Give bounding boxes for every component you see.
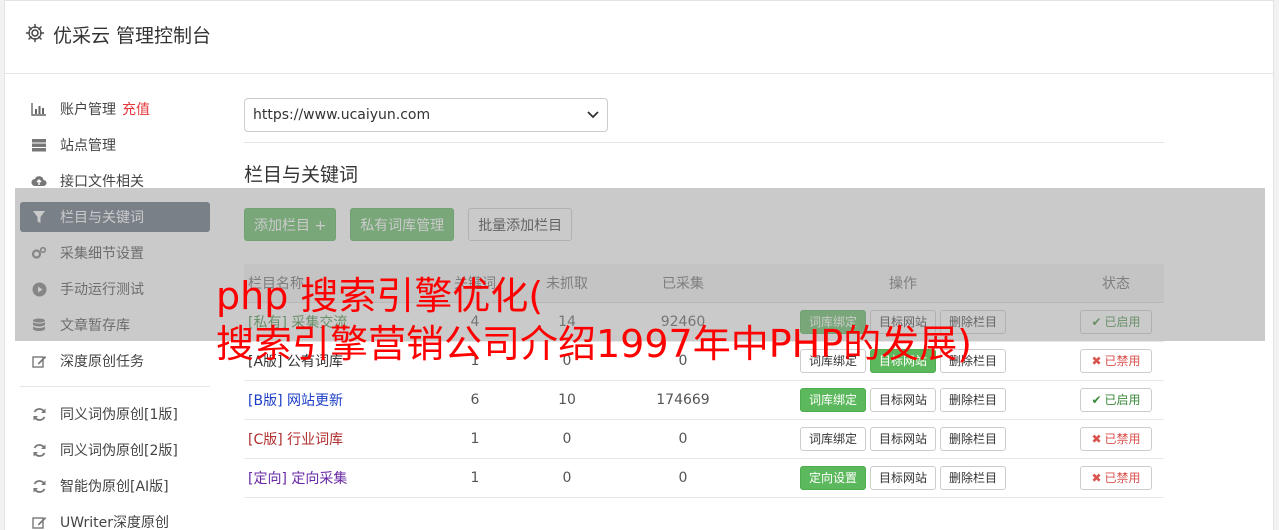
pending-count[interactable]: 0 (506, 419, 628, 459)
status-toggle[interactable]: ✖ 已禁用 (1080, 426, 1152, 451)
refresh-icon (31, 478, 47, 494)
column-tag: [B版] (248, 392, 283, 409)
edit-icon (31, 353, 47, 369)
check-icon: ✔ (1091, 392, 1102, 407)
status-label: 已禁用 (1104, 471, 1141, 485)
header: 优采云 管理控制台 (5, 1, 1273, 74)
divider (244, 142, 1164, 143)
close-icon: ✖ (1091, 470, 1102, 485)
edit-icon (31, 514, 47, 530)
sidebar-item-label: 深度原创任务 (60, 354, 144, 370)
sidebar-item-synonym-v1[interactable]: 同义词伪原创[1版] (20, 399, 210, 429)
bar-chart-icon (31, 101, 47, 117)
page-title: 优采云 管理控制台 (53, 25, 212, 47)
refresh-icon (31, 406, 47, 422)
keyword-count: 6 (444, 380, 506, 420)
status-toggle[interactable]: ✖ 已禁用 (1080, 348, 1152, 373)
status-toggle[interactable]: ✖ 已禁用 (1080, 465, 1152, 490)
directed-settings-button[interactable]: 定向设置 (799, 465, 866, 490)
sidebar-item-smart-ai[interactable]: 智能伪原创[AI版] (20, 471, 210, 501)
table-row: [C版] 行业词库 1 0 0 词库绑定 目标网站 删除栏目 ✖ 已禁用 (244, 419, 1164, 459)
sidebar-divider (20, 386, 210, 387)
sidebar-item-label: 智能伪原创[AI版] (60, 479, 169, 495)
table-row: [定向] 定向采集 1 0 0 定向设置 目标网站 删除栏目 ✖ 已禁用 (244, 458, 1164, 498)
target-site-button[interactable]: 目标网站 (869, 387, 936, 412)
collected-count: 0 (628, 419, 738, 459)
pending-count[interactable]: 0 (506, 458, 628, 498)
sidebar-item-synonym-v2[interactable]: 同义词伪原创[2版] (20, 435, 210, 465)
column-name-cell[interactable]: [定向] 定向采集 (244, 458, 444, 498)
status-label: 已禁用 (1104, 354, 1141, 368)
sidebar-item-deep-original[interactable]: 深度原创任务 (20, 346, 210, 376)
close-icon: ✖ (1091, 431, 1102, 446)
cloud-upload-icon (31, 173, 47, 189)
section-title: 栏目与关键词 (244, 164, 359, 186)
target-site-button[interactable]: 目标网站 (869, 465, 936, 490)
column-name: 定向采集 (291, 470, 348, 487)
recharge-link[interactable]: 充值 (122, 99, 150, 119)
collected-count: 0 (628, 458, 738, 498)
sidebar-item-label: 站点管理 (60, 138, 116, 154)
column-name-cell[interactable]: [C版] 行业词库 (244, 419, 444, 459)
site-select-value: https://www.ucaiyun.com (253, 107, 431, 123)
sidebar-item-account[interactable]: 账户管理 充值 (20, 94, 210, 124)
status-toggle[interactable]: ✔已启用 (1080, 387, 1152, 412)
sidebar-item-label: UWriter深度原创 (60, 515, 169, 530)
sidebar-item-uwriter[interactable]: UWriter深度原创 (20, 507, 210, 530)
overlay-line-2: 搜索引擎营销公司介绍1997年中PHP的发展) (216, 322, 972, 366)
sidebar-item-label: 同义词伪原创[2版] (60, 443, 178, 459)
sidebar-item-label: 同义词伪原创[1版] (60, 407, 178, 423)
server-icon (31, 137, 47, 153)
keyword-count: 1 (444, 458, 506, 498)
bind-button[interactable]: 词库绑定 (799, 387, 866, 412)
delete-column-button[interactable]: 删除栏目 (940, 465, 1007, 490)
sidebar-item-label: 账户管理 (60, 102, 116, 118)
status-label: 已禁用 (1104, 432, 1141, 446)
chevron-down-icon (587, 107, 599, 123)
gear-icon (25, 23, 45, 43)
column-tag: [定向] (248, 470, 287, 487)
target-site-button[interactable]: 目标网站 (869, 426, 936, 451)
bind-button[interactable]: 词库绑定 (799, 426, 866, 451)
status-label: 已启用 (1104, 393, 1141, 407)
column-tag: [C版] (248, 431, 283, 448)
overlay-headline: php 搜索引擎优化( 搜索引擎营销公司介绍1997年中PHP的发展) (216, 272, 972, 368)
refresh-icon (31, 442, 47, 458)
column-name-cell[interactable]: [B版] 网站更新 (244, 380, 444, 420)
delete-column-button[interactable]: 删除栏目 (940, 387, 1007, 412)
table-row: [B版] 网站更新 6 10 174669 词库绑定 目标网站 删除栏目 ✔ 已启… (244, 380, 1164, 420)
keyword-count: 1 (444, 419, 506, 459)
delete-column-button[interactable]: 删除栏目 (940, 426, 1007, 451)
column-name: 网站更新 (286, 392, 343, 409)
collected-count: 174669 (628, 380, 738, 420)
sidebar-item-sites[interactable]: 站点管理 (20, 130, 210, 160)
column-name: 行业词库 (287, 431, 344, 448)
pending-count[interactable]: 10 (506, 380, 628, 420)
site-select[interactable]: https://www.ucaiyun.com (244, 98, 608, 132)
close-icon: ✖ (1091, 353, 1102, 368)
overlay-line-1: php 搜索引擎优化( (216, 274, 544, 318)
